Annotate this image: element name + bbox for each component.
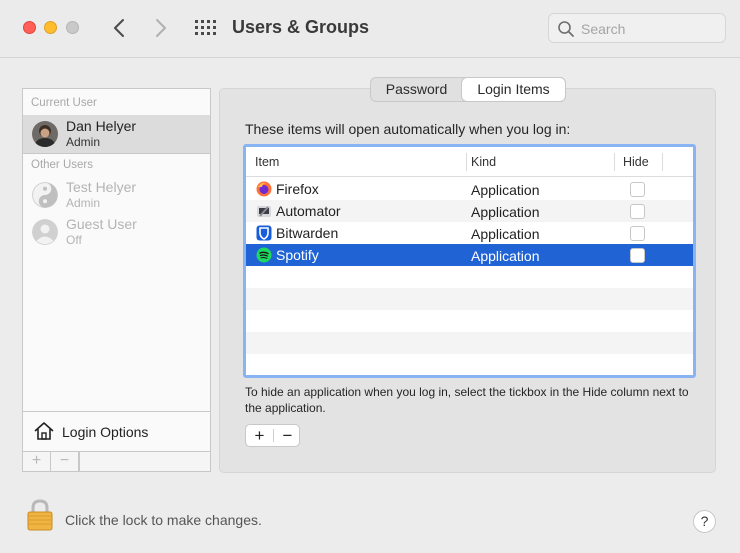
lock-hint: Click the lock to make changes. [65,512,262,528]
empty-row [246,266,693,288]
show-all-button[interactable] [194,19,216,37]
login-options-label: Login Options [62,424,149,440]
chevron-right-icon [156,19,166,37]
preferences-window: Users & Groups Current User Dan Helyer A… [0,0,740,553]
automator-icon [257,206,271,217]
chevron-left-icon [114,19,124,37]
empty-row [246,288,693,310]
avatar [32,121,58,147]
empty-row [246,354,693,375]
toolbar: Users & Groups [0,0,740,58]
users-sidebar: Current User Dan Helyer Admin Other User… [22,88,211,472]
app-kind: Application [471,226,540,242]
hide-checkbox[interactable] [630,248,645,263]
sidebar-bottom-bar: + − [23,451,210,471]
search-icon [558,21,574,37]
user-name: Guest User [66,216,137,232]
app-name: Automator [276,203,341,219]
search-field[interactable] [548,13,726,43]
window-title: Users & Groups [232,17,370,37]
hide-checkbox[interactable] [630,226,645,241]
user-role: Off [66,233,82,247]
tab-password[interactable]: Password [371,78,462,101]
user-row-current[interactable]: Dan Helyer Admin [23,115,210,153]
person-icon [32,219,58,245]
table-row[interactable]: Automator Application [246,200,693,222]
hide-help-text: To hide an application when you log in, … [245,385,689,415]
column-separator [662,153,663,171]
spotify-icon [256,247,272,263]
column-separator [614,153,615,171]
empty-row [246,332,693,354]
divider [23,153,210,154]
avatar [32,219,58,245]
login-options-button[interactable]: Login Options [23,411,210,451]
forward-button[interactable] [150,16,170,40]
bitwarden-icon [256,225,272,241]
remove-user-button[interactable]: − [51,452,79,471]
divider [79,452,80,471]
current-user-heading: Current User [31,97,97,109]
firefox-icon [256,181,272,197]
tab-login-items[interactable]: Login Items [462,78,565,101]
yin-yang-icon [32,182,58,208]
add-user-button[interactable]: + [23,452,51,471]
app-name: Spotify [276,247,319,263]
other-users-heading: Other Users [31,159,93,171]
column-header-kind[interactable]: Kind [471,155,496,169]
user-role: Admin [66,135,101,149]
lock-button[interactable] [27,499,53,534]
help-button[interactable]: ? [693,510,716,533]
app-kind: Application [471,248,540,264]
empty-row [246,310,693,332]
hide-checkbox[interactable] [630,204,645,219]
lock-icon [27,499,53,531]
app-kind: Application [471,204,540,220]
grid-icon [195,20,216,35]
app-name: Firefox [276,181,319,197]
column-separator [466,153,467,171]
user-role: Admin [66,196,101,210]
minimize-window-button[interactable] [44,21,57,34]
user-name: Dan Helyer [66,118,137,134]
tab-bar: Password Login Items [370,77,566,102]
search-input[interactable] [581,19,721,39]
app-kind: Application [471,182,540,198]
user-row-test-helyer[interactable]: Test Helyer Admin [23,176,210,214]
app-name: Bitwarden [276,225,339,241]
table-header: Item Kind Hide [246,147,693,177]
add-login-item-button[interactable]: + [246,425,273,446]
zoom-window-button[interactable] [66,21,79,34]
close-window-button[interactable] [23,21,36,34]
column-header-item[interactable]: Item [255,155,279,169]
house-icon [34,422,54,440]
hide-checkbox[interactable] [630,182,645,197]
remove-login-item-button[interactable]: − [274,425,301,446]
column-header-hide[interactable]: Hide [623,155,649,169]
add-remove-control: + − [245,424,300,447]
table-row[interactable]: Spotify Application [246,244,693,266]
login-items-intro: These items will open automatically when… [245,121,571,137]
avatar [32,182,58,208]
table-row[interactable]: Firefox Application [246,178,693,200]
back-button[interactable] [110,16,130,40]
user-name: Test Helyer [66,179,137,195]
table-row[interactable]: Bitwarden Application [246,222,693,244]
login-items-table[interactable]: Item Kind Hide Firefox Application Autom… [243,144,696,378]
user-row-guest-user[interactable]: Guest User Off [23,213,210,251]
